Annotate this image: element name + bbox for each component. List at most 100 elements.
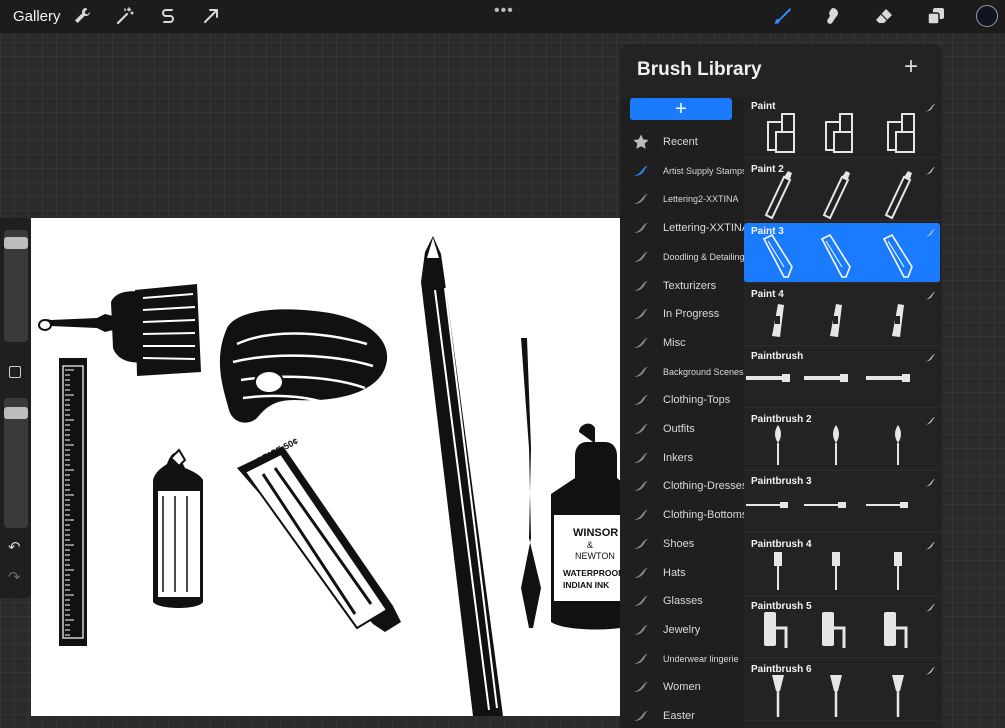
opacity-thumb[interactable] <box>4 407 28 419</box>
brush-stroke-icon <box>632 621 650 639</box>
brush-set-shoes[interactable]: Shoes <box>620 530 744 558</box>
brush-stroke-icon <box>924 600 936 612</box>
brush-stroke-icon <box>632 449 650 467</box>
brush-stroke-icon <box>632 363 650 381</box>
brush-size-slider[interactable] <box>4 230 28 342</box>
brush-stroke-icon <box>632 564 650 582</box>
brush-set-label: Artist Supply Stamps <box>663 165 744 176</box>
brush-stroke-icon <box>632 391 650 409</box>
gallery-button[interactable]: Gallery <box>13 8 61 25</box>
wrench-icon[interactable] <box>70 4 94 28</box>
brush-set-lettering-xxtina[interactable]: Lettering-XXTINA <box>620 214 744 242</box>
brush-stroke-icon <box>632 592 650 610</box>
brush-set-label: Hats <box>663 566 686 579</box>
brush-name: Paint <box>751 101 776 112</box>
brush-set-label: Outfits <box>663 423 695 435</box>
brush-item-paintbrush[interactable]: Paintbrush <box>744 348 940 408</box>
eraser-icon[interactable] <box>872 4 896 28</box>
brush-item-paintbrush-5[interactable]: Paintbrush 5 <box>744 598 940 658</box>
spray-can-illustration <box>153 448 203 608</box>
brush-item-paint[interactable]: Paint <box>744 98 940 158</box>
brush-stroke-icon <box>924 288 936 300</box>
brush-size-thumb[interactable] <box>4 237 28 249</box>
drawing-canvas[interactable]: PRICE 50¢ WINSOR & NEWTON WATERPROOF IND… <box>31 218 651 716</box>
brush-item-paintbrush-2[interactable]: Paintbrush 2 <box>744 411 940 471</box>
brush-set-glasses[interactable]: Glasses <box>620 587 744 615</box>
brush-set-label: Lettering2-XXTINA <box>663 194 739 205</box>
brush-name: Paintbrush 5 <box>751 601 812 612</box>
brush-set-label: Clothing-Dresses <box>663 480 744 493</box>
brush-item-paintbrush-6[interactable]: Paintbrush 6 <box>744 661 940 721</box>
brush-set-clothing-dresses[interactable]: Clothing-Dresses <box>620 472 744 500</box>
brush-stroke-icon <box>924 350 936 362</box>
brush-stroke-icon <box>632 650 650 668</box>
add-brush-button[interactable]: + <box>904 55 918 79</box>
new-brush-set-button[interactable]: + <box>630 98 732 120</box>
brush-set-clothing-tops[interactable]: Clothing-Tops <box>620 386 744 414</box>
opacity-slider[interactable] <box>4 398 28 528</box>
smudge-icon[interactable] <box>820 4 844 28</box>
brush-set-lettering2-xxtina[interactable]: Lettering2-XXTINA <box>620 185 744 213</box>
brush-set-outfits[interactable]: Outfits <box>620 415 744 443</box>
more-menu-button[interactable]: ••• <box>494 2 514 20</box>
brush-item-paint-2[interactable]: Paint 2 <box>744 161 940 221</box>
brush-set-label: Underwear lingerie <box>663 653 739 664</box>
brush-set-label: Clothing-Bottoms <box>663 509 744 522</box>
brush-set-underwear-lingerie[interactable]: Underwear lingerie <box>620 645 744 673</box>
canvas-artwork: PRICE 50¢ WINSOR & NEWTON WATERPROOF IND… <box>38 236 641 716</box>
brush-stroke-icon <box>632 334 650 352</box>
layers-icon[interactable] <box>924 4 948 28</box>
bottle-label-amp: & <box>587 540 593 550</box>
brush-set-in-progress[interactable]: In Progress <box>620 300 744 328</box>
redo-icon[interactable]: ↷ <box>8 568 21 586</box>
brush-set-label: Background Scenes <box>663 366 744 377</box>
brush-name: Paint 2 <box>751 163 784 175</box>
brush-item-paintbrush-4[interactable]: Paintbrush 4 <box>744 536 940 596</box>
ruler-illustration <box>59 358 87 646</box>
brush-item-paint-4[interactable]: Paint 4 <box>744 286 940 346</box>
brush-set-inkers[interactable]: Inkers <box>620 444 744 472</box>
brush-stroke-icon <box>924 163 936 175</box>
brush-name: Paintbrush 3 <box>751 476 812 487</box>
brush-set-label: Recent <box>663 136 698 148</box>
brush-stroke-icon <box>632 305 650 323</box>
brush-set-background-scenes[interactable]: Background Scenes <box>620 358 744 386</box>
brush-icon[interactable] <box>770 4 794 28</box>
brush-library-panel: Brush Library + + Recent Artist Supply St… <box>620 44 942 728</box>
brush-name: Paintbrush 6 <box>751 663 812 675</box>
brush-set-hats[interactable]: Hats <box>620 559 744 587</box>
brush-set-label: Clothing-Tops <box>663 394 731 407</box>
eyedropper-square-icon[interactable] <box>9 366 21 378</box>
brush-set-label: Women <box>663 681 701 694</box>
brush-set-label: Doodling & Detailing <box>663 251 744 262</box>
undo-icon[interactable]: ↶ <box>8 538 21 556</box>
brush-name: Paintbrush <box>751 351 804 362</box>
magic-wand-icon[interactable] <box>113 4 137 28</box>
bottle-label-ink: INDIAN INK <box>563 580 610 590</box>
brush-set-recent[interactable]: Recent <box>620 128 744 156</box>
brush-name: Paint 4 <box>751 288 784 300</box>
brush-set-easter[interactable]: Easter <box>620 702 744 728</box>
brush-set-misc[interactable]: Misc <box>620 329 744 357</box>
brush-item-paint-3[interactable]: Paint 3 <box>744 223 940 283</box>
brush-set-label: Misc <box>663 336 686 349</box>
brush-set-label: Lettering-XXTINA <box>663 222 744 235</box>
brush-set-clothing-bottoms[interactable]: Clothing-Bottoms <box>620 501 744 529</box>
brush-stroke-icon <box>632 162 650 180</box>
color-picker-button[interactable] <box>976 5 998 27</box>
transform-arrow-icon[interactable] <box>199 4 223 28</box>
brush-item-paintbrush-3[interactable]: Paintbrush 3 <box>744 473 940 533</box>
brush-stroke-icon <box>924 475 936 487</box>
brush-stroke-icon <box>924 100 936 112</box>
brush-set-texturizers[interactable]: Texturizers <box>620 272 744 300</box>
brush-set-women[interactable]: Women <box>620 673 744 701</box>
brush-stroke-icon <box>632 190 650 208</box>
brush-set-doodling-detailing[interactable]: Doodling & Detailing <box>620 243 744 271</box>
brush-stroke-icon <box>632 219 650 237</box>
brush-stroke-icon <box>632 477 650 495</box>
brush-set-jewelry[interactable]: Jewelry <box>620 616 744 644</box>
brush-set-label: In Progress <box>663 308 720 321</box>
brush-stroke-icon <box>632 678 650 696</box>
brush-set-artist-supply-stamps[interactable]: Artist Supply Stamps <box>620 157 744 185</box>
selection-s-icon[interactable] <box>156 4 180 28</box>
